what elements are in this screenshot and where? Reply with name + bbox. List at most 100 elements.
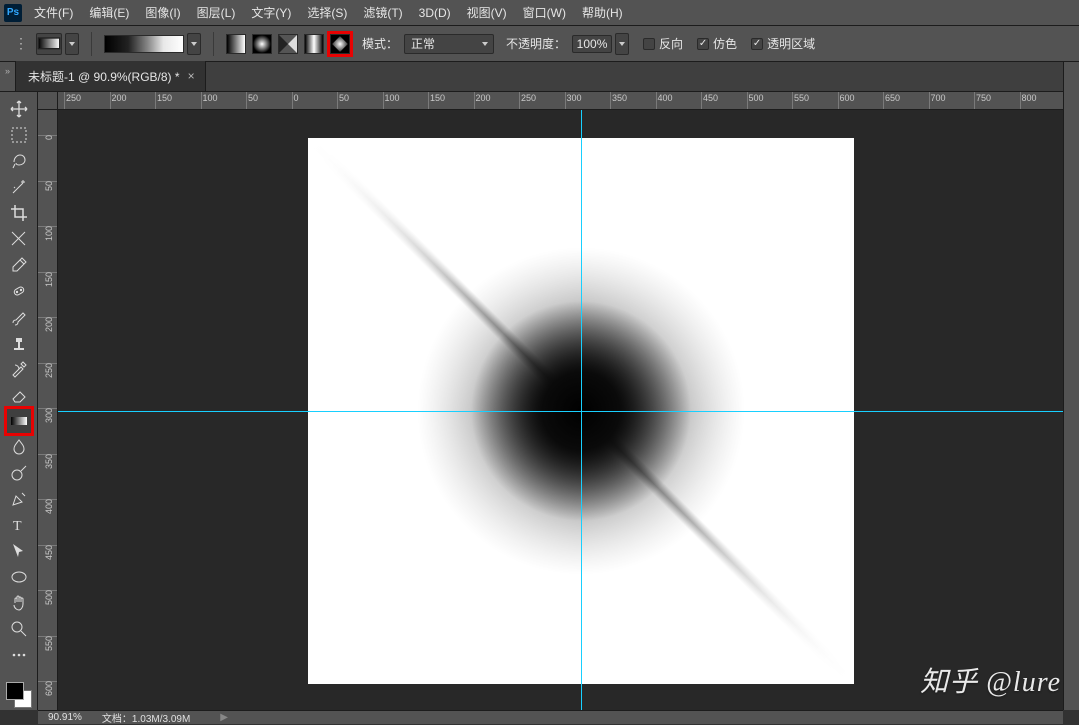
toolbox: T	[0, 92, 38, 710]
ruler-h-label: 700	[931, 93, 946, 103]
ruler-v-label: 450	[44, 545, 54, 560]
type-tool[interactable]: T	[6, 512, 32, 538]
ruler-h-label: 350	[612, 93, 627, 103]
eraser-tool[interactable]	[6, 382, 32, 408]
reverse-label: 反向	[659, 35, 683, 52]
status-zoom[interactable]: 90.91%	[48, 712, 82, 723]
ruler-horizontal[interactable]: 2502001501005005010015020025030035040045…	[58, 92, 1063, 110]
shape-tool[interactable]	[6, 564, 32, 590]
guide-vertical[interactable]	[581, 110, 582, 710]
ruler-h-label: 150	[157, 93, 172, 103]
ruler-h-label: 200	[112, 93, 127, 103]
ruler-v-label: 250	[44, 363, 54, 378]
status-doc[interactable]: 文档：1.03M/3.09M	[102, 710, 190, 725]
clone-stamp-tool[interactable]	[6, 330, 32, 356]
ruler-h-label: 50	[339, 93, 349, 103]
foreground-color-swatch[interactable]	[6, 682, 24, 700]
pen-tool[interactable]	[6, 486, 32, 512]
blend-mode-value: 正常	[411, 35, 435, 52]
ruler-h-label: 100	[385, 93, 400, 103]
status-more-icon[interactable]: ▶	[220, 712, 228, 723]
dither-checkbox-wrap[interactable]: 仿色	[697, 35, 737, 52]
ruler-v-label: 300	[44, 408, 54, 423]
color-swatches[interactable]	[4, 680, 34, 710]
edit-toolbar[interactable]	[6, 642, 32, 668]
reverse-checkbox[interactable]	[643, 38, 655, 50]
options-grip-icon[interactable]: ⋮	[14, 35, 28, 52]
document-tab-close[interactable]: ×	[188, 69, 195, 83]
menu-3d[interactable]: 3D(D)	[411, 2, 459, 24]
eyedropper-tool[interactable]	[6, 252, 32, 278]
zoom-tool[interactable]	[6, 616, 32, 642]
menu-image[interactable]: 图像(I)	[137, 0, 188, 25]
ruler-h-label: 500	[749, 93, 764, 103]
opacity-input[interactable]: 100%	[572, 35, 612, 53]
ruler-v-label: 0	[44, 135, 54, 140]
gradient-picker-dropdown[interactable]	[187, 33, 201, 55]
ruler-vertical[interactable]: 050100150200250300350400450500550600650	[38, 110, 58, 710]
menu-layer[interactable]: 图层(L)	[189, 0, 244, 25]
lasso-tool[interactable]	[6, 148, 32, 174]
transparency-checkbox[interactable]	[751, 38, 763, 50]
gradient-type-angle[interactable]	[278, 34, 298, 54]
gradient-type-radial[interactable]	[252, 34, 272, 54]
dither-checkbox[interactable]	[697, 38, 709, 50]
document-tab[interactable]: 未标题-1 @ 90.9%(RGB/8) * ×	[16, 61, 206, 91]
reverse-checkbox-wrap[interactable]: 反向	[643, 35, 683, 52]
history-brush-tool[interactable]	[6, 356, 32, 382]
ruler-v-label: 400	[44, 499, 54, 514]
ruler-h-label: 150	[430, 93, 445, 103]
menu-filter[interactable]: 滤镜(T)	[355, 0, 410, 25]
path-select-tool[interactable]	[6, 538, 32, 564]
svg-text:T: T	[13, 519, 22, 534]
document-tab-title: 未标题-1 @ 90.9%(RGB/8) *	[28, 68, 180, 85]
crop-tool[interactable]	[6, 200, 32, 226]
canvas-viewport[interactable]	[58, 110, 1063, 710]
separator	[91, 32, 92, 56]
guide-horizontal[interactable]	[58, 411, 1063, 412]
brush-tool[interactable]	[6, 304, 32, 330]
ruler-v-label: 100	[44, 226, 54, 241]
right-panel-strip[interactable]	[1063, 62, 1079, 710]
ruler-h-label: 0	[294, 93, 299, 103]
expand-icon: »	[5, 66, 10, 76]
left-dock-toggle[interactable]: »	[0, 62, 16, 92]
gradient-type-diamond[interactable]	[330, 34, 350, 54]
ruler-h-label: 250	[66, 93, 81, 103]
dodge-tool[interactable]	[6, 460, 32, 486]
tool-preset-button[interactable]	[36, 33, 62, 55]
menu-view[interactable]: 视图(V)	[459, 0, 515, 25]
gradient-tool[interactable]	[6, 408, 32, 434]
mode-label: 模式：	[362, 35, 398, 52]
transparency-checkbox-wrap[interactable]: 透明区域	[751, 35, 815, 52]
slice-tool[interactable]	[6, 226, 32, 252]
ruler-v-label: 350	[44, 454, 54, 469]
blend-mode-dropdown[interactable]: 正常	[404, 34, 494, 54]
move-tool[interactable]	[6, 96, 32, 122]
gradient-preview[interactable]	[104, 35, 184, 53]
app-logo: Ps	[4, 4, 22, 22]
ruler-h-label: 550	[794, 93, 809, 103]
opacity-dropdown[interactable]	[615, 33, 629, 55]
gradient-type-reflected[interactable]	[304, 34, 324, 54]
marquee-tool[interactable]	[6, 122, 32, 148]
menu-edit[interactable]: 编辑(E)	[81, 0, 137, 25]
hand-tool[interactable]	[6, 590, 32, 616]
ruler-h-label: 650	[885, 93, 900, 103]
status-bar: 90.91% 文档：1.03M/3.09M ▶	[38, 710, 1063, 724]
healing-brush-tool[interactable]	[6, 278, 32, 304]
menu-window[interactable]: 窗口(W)	[515, 0, 574, 25]
blur-tool[interactable]	[6, 434, 32, 460]
gradient-type-linear[interactable]	[226, 34, 246, 54]
tool-preset-dropdown[interactable]	[65, 33, 79, 55]
menu-file[interactable]: 文件(F)	[26, 0, 81, 25]
ruler-h-label: 450	[703, 93, 718, 103]
ruler-origin[interactable]	[38, 92, 58, 110]
menu-help[interactable]: 帮助(H)	[574, 0, 631, 25]
opacity-label: 不透明度：	[506, 35, 566, 52]
ruler-h-label: 300	[567, 93, 582, 103]
menu-type[interactable]: 文字(Y)	[243, 0, 299, 25]
magic-wand-tool[interactable]	[6, 174, 32, 200]
ruler-v-label: 600	[44, 681, 54, 696]
menu-select[interactable]: 选择(S)	[299, 0, 355, 25]
